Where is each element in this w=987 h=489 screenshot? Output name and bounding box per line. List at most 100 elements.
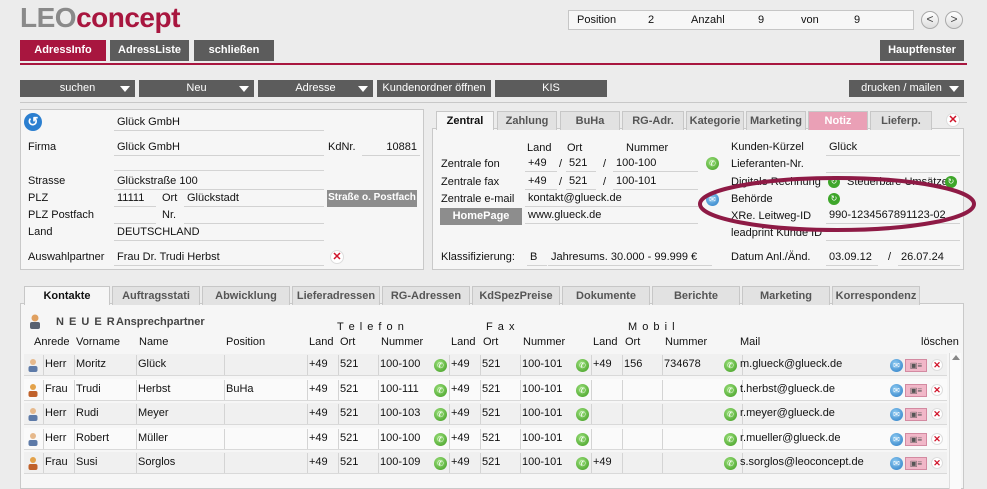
- postfach-nr-field[interactable]: [184, 207, 324, 224]
- detail-tab-kategorie[interactable]: Kategorie: [686, 111, 744, 130]
- contact-person-icon[interactable]: [27, 407, 39, 421]
- contact-row[interactable]: Herr Rudi Meyer +49 521 100-103 +49 521 100-101 ✆…: [24, 403, 947, 425]
- main-window-button[interactable]: Hauptfenster: [880, 40, 964, 61]
- fon-nummer-field[interactable]: 100-100: [613, 155, 698, 172]
- contact-tel-ort[interactable]: 521: [340, 432, 358, 444]
- mail-icon[interactable]: ✉: [890, 457, 903, 470]
- strasse-field[interactable]: Glückstraße 100: [114, 173, 324, 190]
- contact-anrede[interactable]: Frau: [45, 383, 68, 395]
- detail-tab-marketing[interactable]: Marketing: [746, 111, 806, 130]
- contact-tel-land[interactable]: +49: [309, 358, 328, 370]
- phone-icon[interactable]: ✆: [724, 432, 737, 446]
- tab-abwicklung[interactable]: Abwicklung: [202, 286, 290, 305]
- contact-fax-land[interactable]: +49: [451, 456, 470, 468]
- fax-land-field[interactable]: +49: [525, 173, 557, 190]
- detail-tab-notiz[interactable]: Notiz: [808, 111, 868, 130]
- contact-tel-ort[interactable]: 521: [340, 383, 358, 395]
- contact-tel-ort[interactable]: 521: [340, 407, 358, 419]
- phone-icon[interactable]: ✆: [706, 157, 719, 170]
- detail-tab-zahlung[interactable]: Zahlung: [497, 111, 557, 130]
- contact-mail[interactable]: r.mueller@glueck.de: [740, 432, 840, 444]
- contact-vorname[interactable]: Robert: [76, 432, 109, 444]
- phone-icon[interactable]: ✆: [576, 359, 589, 372]
- business-card-icon[interactable]: ▣≡: [905, 408, 927, 421]
- contact-tel-nr[interactable]: 100-100: [380, 432, 420, 444]
- contacts-scrollbar[interactable]: [949, 353, 961, 489]
- print-mail-dropdown[interactable]: drucken / mailen: [849, 80, 964, 97]
- delete-contact-icon[interactable]: ✕: [931, 457, 943, 469]
- remove-partner-icon[interactable]: ✕: [330, 250, 344, 264]
- tab-lieferadressen[interactable]: Lieferadressen: [292, 286, 380, 305]
- contact-mail[interactable]: s.sorglos@leoconcept.de: [740, 456, 864, 468]
- contact-mob-land[interactable]: +49: [593, 456, 612, 468]
- contact-mob-nr[interactable]: 734678: [664, 358, 701, 370]
- contact-fax-land[interactable]: +49: [451, 358, 470, 370]
- contact-mail[interactable]: m.glueck@glueck.de: [740, 358, 842, 370]
- close-button[interactable]: schließen: [194, 40, 274, 61]
- address-dropdown[interactable]: Adresse: [258, 80, 373, 97]
- contact-vorname[interactable]: Trudi: [76, 383, 101, 395]
- contact-name[interactable]: Sorglos: [138, 456, 175, 468]
- kdnr-field[interactable]: 10881: [362, 139, 420, 156]
- contact-position[interactable]: BuHa: [226, 383, 254, 395]
- contact-fax-nr[interactable]: 100-101: [522, 456, 562, 468]
- phone-icon[interactable]: ✆: [434, 408, 447, 421]
- contact-fax-ort[interactable]: 521: [482, 407, 500, 419]
- contact-fax-ort[interactable]: 521: [482, 456, 500, 468]
- contact-fax-nr[interactable]: 100-101: [522, 432, 562, 444]
- tab-adressinfo[interactable]: AdressInfo: [20, 40, 106, 61]
- firma-field[interactable]: Glück GmbH: [114, 139, 324, 156]
- delete-contact-icon[interactable]: ✕: [931, 383, 943, 396]
- contact-tel-ort[interactable]: 521: [340, 358, 358, 370]
- tab-korrespondenz[interactable]: Korrespondenz: [832, 286, 920, 305]
- tab-berichte[interactable]: Berichte: [652, 286, 740, 305]
- contact-row[interactable]: Frau Trudi Herbst BuHa +49 521 100-111 +49 521 10…: [24, 378, 947, 401]
- detail-tab-zentral[interactable]: Zentral: [436, 111, 494, 130]
- detail-tab-buha[interactable]: BuHa: [560, 111, 620, 130]
- contact-anrede[interactable]: Frau: [45, 456, 68, 468]
- mail-icon[interactable]: ✉: [890, 408, 903, 421]
- new-contact-icon[interactable]: [27, 313, 43, 329]
- contact-anrede[interactable]: Herr: [45, 358, 66, 370]
- contact-name[interactable]: Herbst: [138, 383, 170, 395]
- detail-tab-lieferp[interactable]: Lieferp.: [870, 111, 932, 130]
- plz-postfach-field[interactable]: [114, 207, 156, 224]
- contact-mail[interactable]: t.herbst@glueck.de: [740, 383, 835, 395]
- mail-icon[interactable]: ✉: [890, 359, 903, 372]
- phone-icon[interactable]: ✆: [576, 457, 589, 470]
- lieferanten-nr-field[interactable]: [826, 156, 960, 173]
- business-card-icon[interactable]: ▣≡: [905, 359, 927, 372]
- contact-vorname[interactable]: Moritz: [76, 358, 106, 370]
- kunden-kuerzel-field[interactable]: Glück: [826, 139, 960, 156]
- contact-tel-land[interactable]: +49: [309, 407, 328, 419]
- new-contact-label[interactable]: N E U E R: [56, 316, 116, 328]
- contact-row[interactable]: Frau Susi Sorglos +49 521 100-109 +49 521 100-10…: [24, 452, 947, 474]
- mail-icon[interactable]: ✉: [890, 383, 903, 397]
- fax-nummer-field[interactable]: 100-101: [613, 173, 698, 190]
- homepage-button[interactable]: HomePage: [440, 208, 522, 225]
- new-dropdown[interactable]: Neu: [139, 80, 254, 97]
- tab-marketing[interactable]: Marketing: [742, 286, 830, 305]
- contact-fax-nr[interactable]: 100-101: [522, 407, 562, 419]
- contact-tel-land[interactable]: +49: [309, 432, 328, 444]
- contact-name[interactable]: Glück: [138, 358, 166, 370]
- contact-tel-nr[interactable]: 100-100: [380, 358, 420, 370]
- contact-fax-land[interactable]: +49: [451, 432, 470, 444]
- search-dropdown[interactable]: suchen: [20, 80, 135, 97]
- datum-aenderung-field[interactable]: 26.07.24: [898, 249, 960, 266]
- delete-contact-icon[interactable]: ✕: [931, 432, 943, 445]
- plz-field[interactable]: 11111: [114, 190, 156, 207]
- contact-row[interactable]: Herr Robert Müller +49 521 100-100 +49 521 100-1…: [24, 427, 947, 450]
- close-detail-icon[interactable]: ✕: [946, 113, 960, 127]
- contact-anrede[interactable]: Herr: [45, 407, 66, 419]
- street-or-postbox-button[interactable]: Straße o. Postfach: [327, 190, 417, 207]
- mail-icon[interactable]: ✉: [890, 432, 903, 446]
- phone-icon[interactable]: ✆: [576, 432, 589, 446]
- fon-ort-field[interactable]: 521: [566, 155, 596, 172]
- contact-mob-land[interactable]: +49: [593, 358, 612, 370]
- tab-adressliste[interactable]: AdressListe: [110, 40, 189, 61]
- homepage-field[interactable]: www.glueck.de: [525, 207, 698, 224]
- contact-row[interactable]: Herr Moritz Glück +49 521 100-100 +49 521 100-10…: [24, 354, 947, 376]
- delete-contact-icon[interactable]: ✕: [931, 359, 943, 371]
- phone-icon[interactable]: ✆: [724, 383, 737, 397]
